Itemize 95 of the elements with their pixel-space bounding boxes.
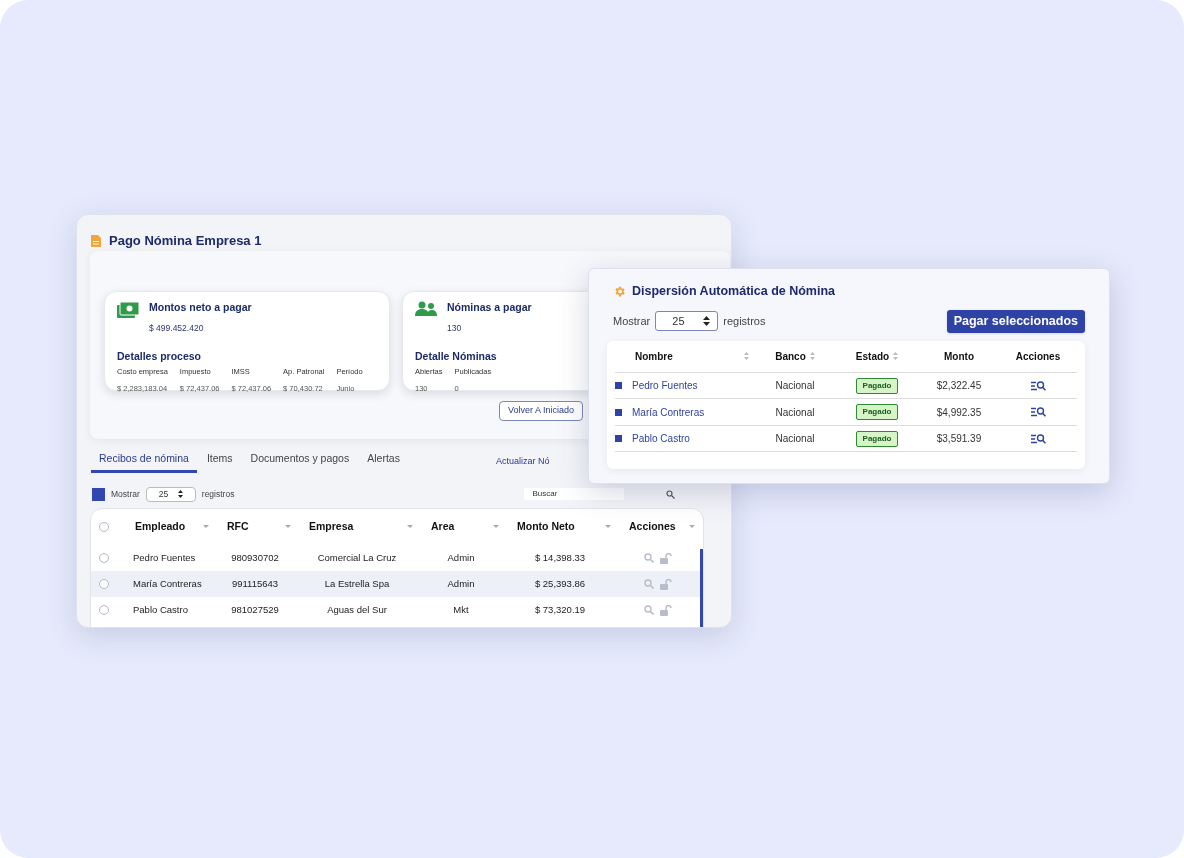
search-icon[interactable]: [644, 605, 654, 615]
table-cell-text: $4,992.35: [935, 405, 983, 420]
section-title: Detalles proceso: [117, 348, 202, 364]
table-cell-text: Nacional: [774, 405, 816, 420]
card-title: Nóminas a pagar: [447, 300, 532, 315]
page-size-select[interactable]: 25: [145, 486, 196, 502]
table-cell-text: Pablo Castro: [132, 602, 189, 617]
caret-icon[interactable]: [407, 525, 413, 529]
caret-icon[interactable]: [493, 525, 499, 529]
search-icon[interactable]: [644, 579, 654, 589]
search-field[interactable]: Buscar: [524, 488, 625, 500]
table-cell-text: Aguas del Sur: [326, 602, 388, 617]
gear-icon: [613, 284, 626, 298]
row-checkbox[interactable]: [615, 435, 622, 442]
scrollbar[interactable]: [700, 549, 703, 627]
list-search-icon[interactable]: [1030, 433, 1046, 444]
search-icon: [666, 489, 676, 499]
users-icon: [415, 301, 437, 317]
tab[interactable]: Recibos de nómina: [91, 451, 197, 473]
caret-icon[interactable]: [203, 525, 209, 529]
caret-icon[interactable]: [285, 525, 291, 529]
status-badge: Pagado: [855, 377, 899, 394]
row-radio[interactable]: [99, 579, 109, 589]
column-header: RFC: [227, 519, 249, 535]
table-cell-text: 980930702: [230, 550, 280, 565]
table-cell-text: 991115643: [230, 576, 280, 591]
table-cell-text: Nacional: [774, 432, 816, 446]
sort-arrows-icon: [177, 490, 183, 498]
back-button[interactable]: Volver A Iniciado: [499, 401, 584, 421]
sort-icon[interactable]: [809, 352, 815, 361]
show-label: Mostrar: [111, 487, 140, 501]
column-header: Monto: [944, 349, 974, 364]
row-radio[interactable]: [99, 553, 109, 563]
pay-selected-button[interactable]: Pagar seleccionados: [946, 309, 1085, 333]
tab[interactable]: Alertas: [359, 451, 408, 473]
list-search-icon[interactable]: [1030, 407, 1046, 417]
column-header: Monto Neto: [517, 519, 575, 535]
employee-link[interactable]: María Contreras: [632, 404, 705, 420]
square-icon: [92, 487, 105, 501]
table-cell-text: $ 14,398.33: [533, 550, 587, 565]
unlocked-padlock-icon[interactable]: [660, 604, 672, 616]
table-cell-text: $2,322.45: [935, 379, 983, 393]
tab[interactable]: Documentos y pagos: [242, 451, 358, 473]
table-cell-text: Nacional: [774, 379, 816, 393]
employee-link[interactable]: Pablo Castro: [632, 431, 690, 446]
card-value: 130: [447, 321, 463, 335]
document-icon: [91, 234, 101, 247]
card-title: Montos neto a pagar: [149, 300, 252, 315]
page-size-select[interactable]: 25: [655, 311, 719, 332]
employee-link[interactable]: Pedro Fuentes: [632, 378, 698, 393]
sort-arrows-icon: [703, 316, 711, 327]
column-header: Empresa: [309, 519, 354, 535]
update-link[interactable]: Actualizar Nó: [495, 454, 550, 473]
table-cell-text: $ 25,393.86: [533, 576, 587, 591]
unlocked-padlock-icon[interactable]: [660, 578, 672, 590]
search-icon[interactable]: [644, 553, 654, 563]
row-radio[interactable]: [99, 605, 109, 615]
column-header: Area: [431, 519, 455, 535]
sort-icon[interactable]: [893, 352, 899, 361]
column-header: Banco: [775, 349, 806, 364]
column-header: Acciones: [629, 519, 676, 535]
status-badge: Pagado: [855, 404, 899, 420]
column-header: Estado: [855, 349, 890, 364]
table-cell-text: Mkt: [452, 602, 470, 617]
table-cell-text: 981027529: [230, 602, 280, 617]
column-header: Empleado: [135, 519, 186, 535]
table-cell-text: $3,591.39: [935, 432, 983, 446]
table-cell-text: Pedro Fuentes: [132, 550, 197, 565]
select-all-radio[interactable]: [99, 522, 109, 532]
show-label: Mostrar: [613, 314, 651, 329]
list-search-icon[interactable]: [1030, 380, 1046, 391]
caret-icon[interactable]: [689, 525, 695, 529]
table-cell-text: María Contreras: [132, 576, 203, 591]
row-checkbox[interactable]: [615, 408, 622, 416]
status-badge: Pagado: [855, 430, 899, 447]
window-title: Dispersión Automática de Nómina: [632, 283, 836, 300]
section-title: Detalle Nóminas: [415, 348, 497, 364]
column-header: Acciones: [1015, 349, 1061, 364]
unlocked-padlock-icon[interactable]: [660, 552, 672, 564]
card-value: $ 499.452.420: [149, 321, 205, 335]
window-title: Pago Nómina Empresa 1: [109, 231, 262, 250]
table-cell-text: Admin: [446, 550, 476, 565]
sort-icon[interactable]: [744, 352, 749, 361]
table-cell-text: $ 73,320.19: [533, 602, 587, 617]
table-row[interactable]: María Contreras 991115643 La Estrella Spa Admin $ 25,393.86: [91, 571, 703, 597]
table-cell-text: La Estrella Spa: [323, 576, 391, 591]
tab[interactable]: Items: [198, 451, 241, 473]
table-cell-text: Admin: [446, 576, 476, 591]
records-label: registros: [723, 314, 766, 329]
table-cell-text: Comercial La Cruz: [316, 550, 398, 565]
column-header: Nombre: [635, 349, 673, 364]
banknote-icon: [117, 301, 139, 319]
records-label: registros: [201, 487, 235, 501]
row-checkbox[interactable]: [615, 382, 622, 389]
caret-icon[interactable]: [605, 525, 611, 529]
